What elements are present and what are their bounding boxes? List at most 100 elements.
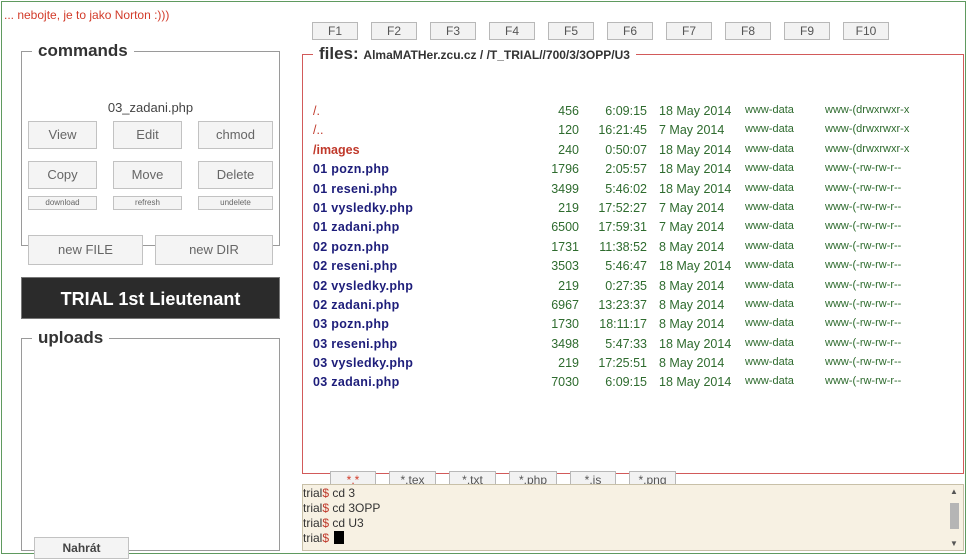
file-date: 7 May 2014 bbox=[659, 220, 725, 235]
fkey-f5[interactable]: F5 bbox=[548, 22, 594, 40]
file-row[interactable]: 02 pozn.php 1731 11:38:52 8 May 2014 www-dat… bbox=[313, 240, 963, 259]
fkey-f2[interactable]: F2 bbox=[371, 22, 417, 40]
file-date: 8 May 2014 bbox=[659, 297, 725, 312]
file-time: 2:05:57 bbox=[605, 162, 647, 177]
file-name[interactable]: 01 zadani.php bbox=[313, 220, 400, 234]
fkey-f9[interactable]: F9 bbox=[784, 22, 830, 40]
download-button[interactable]: download bbox=[28, 196, 97, 210]
file-time: 18:11:17 bbox=[599, 317, 647, 332]
file-size: 1731 bbox=[551, 239, 579, 254]
file-row[interactable]: 01 zadani.php 6500 17:59:31 7 May 2014 www-d… bbox=[313, 220, 963, 239]
file-name[interactable]: 01 reseni.php bbox=[313, 182, 398, 196]
scroll-thumb[interactable] bbox=[950, 503, 959, 529]
file-name[interactable]: 03 zadani.php bbox=[313, 375, 400, 389]
file-name[interactable]: 03 reseni.php bbox=[313, 337, 398, 351]
file-time: 5:46:47 bbox=[605, 259, 647, 274]
file-row[interactable]: 03 reseni.php 3498 5:47:33 18 May 2014 www-d… bbox=[313, 337, 963, 356]
file-row[interactable]: 01 reseni.php 3499 5:46:02 18 May 2014 www-d… bbox=[313, 182, 963, 201]
file-permissions: www-(-rw-rw-r-- bbox=[825, 375, 902, 388]
file-owner: www-data bbox=[745, 278, 794, 291]
terminal-line: trial$ cd 3OPP bbox=[303, 501, 380, 515]
file-name[interactable]: 02 reseni.php bbox=[313, 259, 398, 273]
file-date: 18 May 2014 bbox=[659, 336, 732, 351]
file-size: 456 bbox=[558, 104, 579, 118]
terminal-line: trial$ cd U3 bbox=[303, 516, 364, 530]
file-size: 240 bbox=[558, 142, 579, 157]
file-date: 8 May 2014 bbox=[659, 317, 725, 332]
fkey-f1[interactable]: F1 bbox=[312, 22, 358, 40]
file-row[interactable]: 03 vysledky.php 219 17:25:51 8 May 2014 www-… bbox=[313, 356, 963, 375]
files-panel: files: AlmaMATHer.zcu.cz / /T_TRIAL//700… bbox=[302, 44, 964, 490]
terminal-prompt: trial bbox=[303, 486, 323, 500]
terminal-command: cd 3OPP bbox=[332, 501, 381, 515]
file-size: 1730 bbox=[551, 317, 579, 332]
chmod-button[interactable]: chmod bbox=[198, 121, 273, 149]
file-name[interactable]: /.. bbox=[313, 123, 323, 137]
copy-button[interactable]: Copy bbox=[28, 161, 97, 189]
fkey-f6[interactable]: F6 bbox=[607, 22, 653, 40]
file-row[interactable]: /images 240 0:50:07 18 May 2014 www-data www-… bbox=[313, 143, 963, 162]
fkey-f4[interactable]: F4 bbox=[489, 22, 535, 40]
file-name[interactable]: 01 vysledky.php bbox=[313, 201, 413, 215]
file-name[interactable]: 03 pozn.php bbox=[313, 317, 389, 331]
scroll-up-icon[interactable]: ▲ bbox=[950, 487, 958, 496]
file-size: 219 bbox=[558, 200, 579, 215]
move-button[interactable]: Move bbox=[113, 161, 182, 189]
upload-button[interactable]: Nahrát bbox=[34, 537, 129, 559]
file-date: 8 May 2014 bbox=[659, 278, 725, 293]
file-owner: www-data bbox=[745, 317, 794, 330]
terminal-dollar: $ bbox=[322, 486, 330, 500]
refresh-button[interactable]: refresh bbox=[113, 196, 182, 210]
file-date: 18 May 2014 bbox=[659, 259, 732, 274]
view-button[interactable]: View bbox=[28, 121, 97, 149]
file-date: 8 May 2014 bbox=[659, 356, 725, 371]
file-row[interactable]: 03 pozn.php 1730 18:11:17 8 May 2014 www-dat… bbox=[313, 317, 963, 336]
terminal-cursor[interactable] bbox=[334, 531, 345, 544]
file-row[interactable]: /. 456 6:09:15 18 May 2014 www-data www-(drwx… bbox=[313, 104, 963, 123]
user-rank-badge: TRIAL 1st Lieutenant bbox=[21, 277, 280, 319]
file-permissions: www-(drwxrwxr-x bbox=[825, 142, 910, 155]
fkey-f7[interactable]: F7 bbox=[666, 22, 712, 40]
terminal-scrollbar[interactable]: ▲ ▼ bbox=[947, 485, 963, 550]
file-time: 5:47:33 bbox=[605, 336, 647, 351]
file-name[interactable]: 01 pozn.php bbox=[313, 162, 389, 176]
file-owner: www-data bbox=[745, 239, 794, 252]
scroll-down-icon[interactable]: ▼ bbox=[950, 539, 958, 548]
new-dir-button[interactable]: new DIR bbox=[155, 235, 273, 265]
file-row[interactable]: 03 zadani.php 7030 6:09:15 18 May 2014 www-d… bbox=[313, 375, 963, 394]
file-row[interactable]: /.. 120 16:21:45 7 May 2014 www-data www-(drw… bbox=[313, 123, 963, 142]
file-name[interactable]: 03 vysledky.php bbox=[313, 356, 413, 370]
file-row[interactable]: 01 vysledky.php 219 17:52:27 7 May 2014 www-… bbox=[313, 201, 963, 220]
file-name[interactable]: 02 vysledky.php bbox=[313, 279, 413, 293]
file-name[interactable]: /images bbox=[313, 143, 360, 157]
file-owner: www-data bbox=[745, 297, 794, 310]
file-size: 120 bbox=[558, 123, 579, 138]
file-size: 219 bbox=[558, 356, 579, 371]
file-name[interactable]: /. bbox=[313, 104, 320, 118]
file-permissions: www-(-rw-rw-r-- bbox=[825, 297, 902, 310]
file-name[interactable]: 02 pozn.php bbox=[313, 240, 389, 254]
file-date: 18 May 2014 bbox=[659, 104, 732, 118]
terminal-line: trial$ cd 3 bbox=[303, 486, 355, 500]
file-name[interactable]: 02 zadani.php bbox=[313, 298, 400, 312]
file-row[interactable]: 02 reseni.php 3503 5:46:47 18 May 2014 www-d… bbox=[313, 259, 963, 278]
file-row[interactable]: 02 zadani.php 6967 13:23:37 8 May 2014 www-d… bbox=[313, 298, 963, 317]
undelete-button[interactable]: undelete bbox=[198, 196, 273, 210]
fkey-f10[interactable]: F10 bbox=[843, 22, 889, 40]
commands-panel: commands 03_zadani.php View Edit chmod C… bbox=[21, 41, 280, 265]
edit-button[interactable]: Edit bbox=[113, 121, 182, 149]
file-owner: www-data bbox=[745, 181, 794, 194]
file-date: 8 May 2014 bbox=[659, 239, 725, 254]
file-row[interactable]: 01 pozn.php 1796 2:05:57 18 May 2014 www-dat… bbox=[313, 162, 963, 181]
file-row[interactable]: 02 vysledky.php 219 0:27:35 8 May 2014 www-d… bbox=[313, 279, 963, 298]
delete-button[interactable]: Delete bbox=[198, 161, 273, 189]
file-owner: www-data bbox=[745, 375, 794, 388]
file-time: 6:09:15 bbox=[605, 375, 647, 390]
file-owner: www-data bbox=[745, 123, 794, 136]
new-file-button[interactable]: new FILE bbox=[28, 235, 143, 265]
file-owner: www-data bbox=[745, 220, 794, 233]
terminal[interactable]: trial$ cd 3 trial$ cd 3OPP trial$ cd U3 tri… bbox=[302, 484, 964, 551]
terminal-command: cd U3 bbox=[332, 516, 364, 530]
fkey-f8[interactable]: F8 bbox=[725, 22, 771, 40]
fkey-f3[interactable]: F3 bbox=[430, 22, 476, 40]
